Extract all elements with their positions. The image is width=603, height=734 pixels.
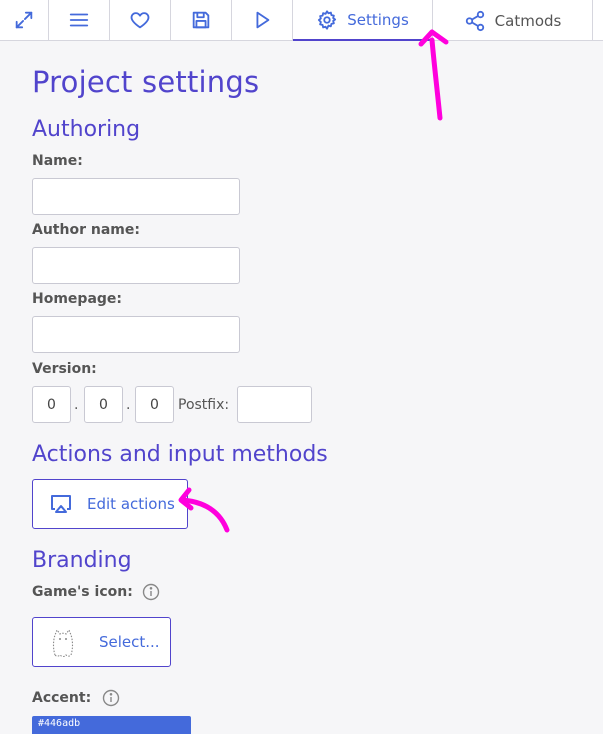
select-icon-button[interactable]: Select... [32, 617, 171, 667]
floppy-disk-icon [192, 11, 210, 29]
tab-settings[interactable]: Settings [293, 0, 433, 41]
page-title: Project settings [32, 65, 260, 99]
accent-color-picker[interactable]: #446adb [32, 716, 191, 734]
fullscreen-button[interactable] [0, 0, 49, 40]
edit-actions-label: Edit actions [87, 495, 175, 513]
annotation-arrow-icon [418, 29, 449, 121]
heart-icon [130, 12, 150, 29]
version-minor-field[interactable] [84, 386, 123, 423]
tab-catmods-label: Catmods [494, 11, 562, 30]
menu-button[interactable] [49, 0, 110, 40]
run-button[interactable] [232, 0, 293, 40]
save-button[interactable] [171, 0, 232, 40]
accent-label: Accent: [32, 690, 92, 706]
actions-heading: Actions and input methods [32, 442, 328, 467]
share-nodes-icon [465, 10, 484, 31]
homepage-label: Homepage: [32, 291, 123, 307]
version-postfix-field[interactable] [237, 386, 312, 423]
accent-color-value: #446adb [38, 718, 81, 729]
author-name-label: Author name: [32, 222, 140, 238]
hamburger-icon [69, 13, 89, 27]
version-patch-field[interactable] [135, 386, 174, 423]
info-icon[interactable] [142, 583, 160, 601]
tab-settings-label: Settings [347, 10, 409, 29]
top-toolbar: Settings Catmods [0, 0, 603, 41]
author-name-field[interactable] [32, 247, 240, 284]
authoring-heading: Authoring [32, 117, 141, 142]
version-label: Version: [32, 361, 97, 377]
postfix-label: Postfix: [178, 397, 230, 413]
info-icon[interactable] [102, 689, 120, 707]
version-separator: . [74, 397, 79, 413]
airplay-icon [51, 495, 71, 513]
project-settings-page: Settings Catmods Project settings Author… [0, 0, 603, 734]
version-separator: . [126, 397, 131, 413]
expand-arrows-icon [15, 11, 33, 29]
tab-catmods[interactable]: Catmods [433, 0, 593, 41]
game-icon-label: Game's icon: [32, 584, 133, 600]
version-major-field[interactable] [32, 386, 71, 423]
edit-actions-button[interactable]: Edit actions [32, 479, 188, 529]
like-button[interactable] [110, 0, 171, 40]
name-field[interactable] [32, 178, 240, 215]
homepage-field[interactable] [32, 316, 240, 353]
ghost-cat-icon [52, 628, 74, 658]
branding-heading: Branding [32, 548, 132, 573]
play-icon [256, 11, 270, 29]
select-icon-label: Select... [99, 633, 160, 651]
gear-icon [318, 9, 337, 30]
name-label: Name: [32, 153, 83, 169]
